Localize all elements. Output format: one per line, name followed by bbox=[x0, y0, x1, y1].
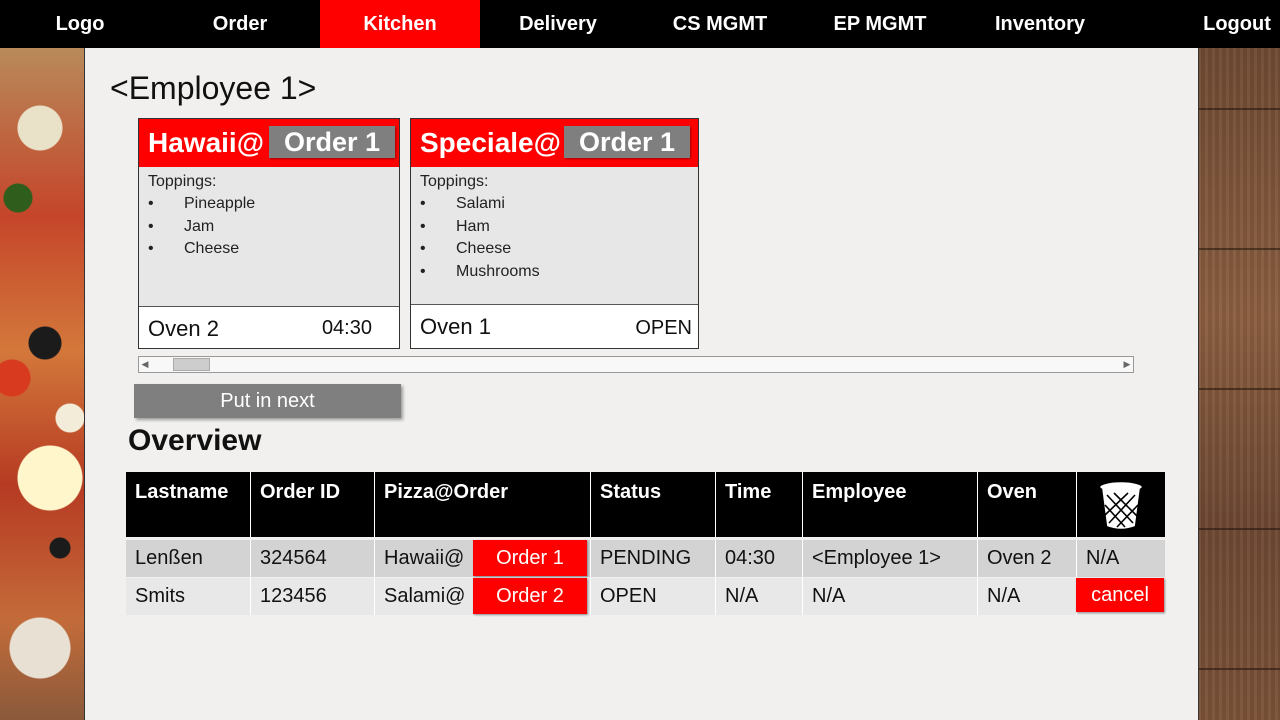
card-status: OPEN bbox=[635, 317, 692, 339]
topping-item: Pineapple bbox=[148, 195, 255, 218]
nav-logout[interactable]: Logout bbox=[1158, 0, 1280, 48]
card-oven: Oven 2 bbox=[148, 316, 219, 341]
order-card[interactable]: Speciale@ Order 1 Toppings: Salami Ham C… bbox=[410, 118, 699, 349]
card-timer: 04:30 bbox=[321, 317, 372, 339]
cell-lastname: Smits bbox=[126, 578, 251, 615]
card-header: Hawaii@ Order 1 bbox=[139, 119, 399, 167]
cell-employee: N/A bbox=[803, 578, 978, 615]
card-oven: Oven 1 bbox=[420, 314, 491, 339]
header-employee: Employee bbox=[803, 472, 978, 537]
employee-title: <Employee 1> bbox=[110, 70, 317, 106]
topping-item: Ham bbox=[420, 218, 540, 241]
scroll-thumb[interactable] bbox=[173, 358, 210, 371]
cell-action: N/A bbox=[1077, 540, 1165, 577]
pizza-background-image bbox=[0, 48, 84, 720]
header-order-id: Order ID bbox=[251, 472, 375, 537]
order-card[interactable]: Hawaii@ Order 1 Toppings: Pineapple Jam … bbox=[138, 118, 400, 349]
cell-oven: N/A bbox=[978, 578, 1077, 615]
nav-inventory[interactable]: Inventory bbox=[960, 0, 1120, 48]
card-body: Toppings: Salami Ham Cheese Mushrooms bbox=[411, 167, 698, 305]
topping-item: Jam bbox=[148, 218, 255, 241]
header-lastname: Lastname bbox=[126, 472, 251, 537]
topping-item: Salami bbox=[420, 195, 540, 218]
nav-logo[interactable]: Logo bbox=[0, 0, 160, 48]
cell-status: OPEN bbox=[591, 578, 716, 615]
toppings-label: Toppings: bbox=[420, 173, 489, 190]
order-1-button[interactable]: Order 1 bbox=[473, 540, 587, 576]
card-order-label[interactable]: Order 1 bbox=[269, 126, 395, 158]
toppings-label: Toppings: bbox=[148, 173, 217, 190]
put-in-next-button[interactable]: Put in next bbox=[134, 384, 401, 418]
nav-delivery[interactable]: Delivery bbox=[478, 0, 638, 48]
card-header: Speciale@ Order 1 bbox=[411, 119, 698, 167]
cell-order-id: 123456 bbox=[251, 578, 375, 615]
header-status: Status bbox=[591, 472, 716, 537]
nav-kitchen[interactable]: Kitchen bbox=[320, 0, 480, 48]
top-navbar: Logo Order Kitchen Delivery CS MGMT EP M… bbox=[0, 0, 1280, 48]
cell-employee: <Employee 1> bbox=[803, 540, 978, 577]
nav-cs-mgmt[interactable]: CS MGMT bbox=[640, 0, 800, 48]
cell-order-id: 324564 bbox=[251, 540, 375, 577]
scroll-left-icon[interactable]: ◀ bbox=[139, 357, 151, 372]
cell-time: N/A bbox=[716, 578, 803, 615]
cancel-button[interactable]: cancel bbox=[1076, 578, 1164, 612]
trash-icon[interactable] bbox=[1095, 477, 1147, 533]
header-trash[interactable] bbox=[1077, 472, 1165, 537]
header-pizza-order: Pizza@Order bbox=[375, 472, 591, 537]
overview-title: Overview bbox=[128, 424, 262, 457]
card-order-label[interactable]: Order 1 bbox=[564, 126, 690, 158]
nav-order[interactable]: Order bbox=[160, 0, 320, 48]
topping-item: Cheese bbox=[420, 240, 540, 263]
wood-background-image bbox=[1198, 48, 1280, 720]
topping-item: Mushrooms bbox=[420, 263, 540, 286]
order-2-button[interactable]: Order 2 bbox=[473, 578, 587, 614]
nav-ep-mgmt[interactable]: EP MGMT bbox=[800, 0, 960, 48]
card-pizza-name: Hawaii@ bbox=[148, 127, 265, 158]
cell-oven: Oven 2 bbox=[978, 540, 1077, 577]
header-oven: Oven bbox=[978, 472, 1077, 537]
toppings-list: Salami Ham Cheese Mushrooms bbox=[420, 195, 540, 285]
card-pizza-name: Speciale@ bbox=[420, 127, 561, 158]
header-time: Time bbox=[716, 472, 803, 537]
cell-status: PENDING bbox=[591, 540, 716, 577]
card-body: Toppings: Pineapple Jam Cheese bbox=[139, 167, 399, 307]
cell-lastname: Lenßen bbox=[126, 540, 251, 577]
scroll-right-icon[interactable]: ▶ bbox=[1121, 357, 1133, 372]
topping-item: Cheese bbox=[148, 240, 255, 263]
toppings-list: Pineapple Jam Cheese bbox=[148, 195, 255, 263]
cell-time: 04:30 bbox=[716, 540, 803, 577]
cards-scrollbar[interactable]: ◀ ▶ bbox=[138, 356, 1134, 373]
